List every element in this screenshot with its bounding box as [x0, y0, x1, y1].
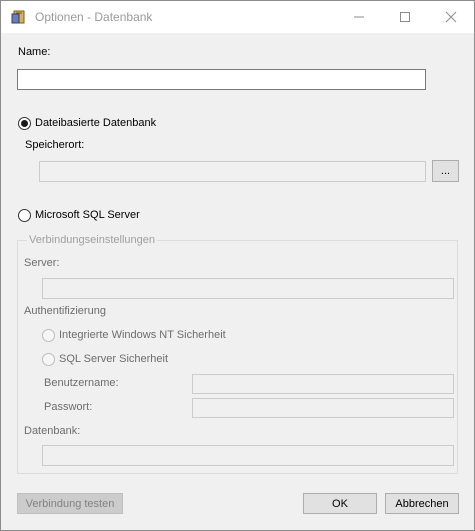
minimize-icon: [354, 16, 364, 18]
database-input[interactable]: [42, 445, 454, 466]
auth-sql-label: SQL Server Sicherheit: [59, 353, 169, 365]
auth-windows-label: Integrierte Windows NT Sicherheit: [59, 329, 226, 341]
username-label: Benutzername:: [44, 377, 119, 389]
username-input[interactable]: [192, 374, 454, 394]
file-db-radio[interactable]: [18, 117, 31, 130]
auth-label: Authentifizierung: [24, 305, 106, 317]
cancel-button[interactable]: Abbrechen: [385, 493, 459, 514]
close-button[interactable]: [428, 1, 474, 33]
password-label: Passwort:: [44, 401, 93, 413]
storage-input[interactable]: [39, 161, 426, 182]
ok-button[interactable]: OK: [303, 493, 377, 514]
sql-server-label: Microsoft SQL Server: [35, 209, 140, 221]
database-label: Datenbank:: [24, 425, 81, 437]
auth-sql-radio[interactable]: [42, 353, 55, 366]
storage-label: Speicherort:: [25, 139, 85, 151]
test-connection-button[interactable]: Verbindung testen: [17, 493, 123, 514]
sql-server-radio[interactable]: [18, 209, 31, 222]
title-bar[interactable]: Optionen - Datenbank: [1, 1, 474, 33]
server-label: Server:: [24, 257, 60, 269]
maximize-icon: [400, 12, 410, 22]
file-db-label: Dateibasierte Datenbank: [35, 117, 157, 129]
server-input[interactable]: [42, 278, 454, 299]
app-icon: [11, 10, 25, 24]
maximize-button[interactable]: [382, 1, 428, 33]
auth-windows-radio[interactable]: [42, 329, 55, 342]
options-database-dialog: Optionen - Datenbank Name: Dateibasierte…: [0, 0, 475, 531]
window-title: Optionen - Datenbank: [35, 10, 153, 24]
name-input[interactable]: [17, 69, 426, 90]
browse-button[interactable]: ...: [432, 160, 459, 182]
name-label: Name:: [18, 46, 51, 58]
close-icon: [445, 11, 457, 23]
connection-settings-title: Verbindungseinstellungen: [27, 234, 157, 246]
minimize-button[interactable]: [336, 1, 382, 33]
password-input[interactable]: [192, 398, 454, 418]
